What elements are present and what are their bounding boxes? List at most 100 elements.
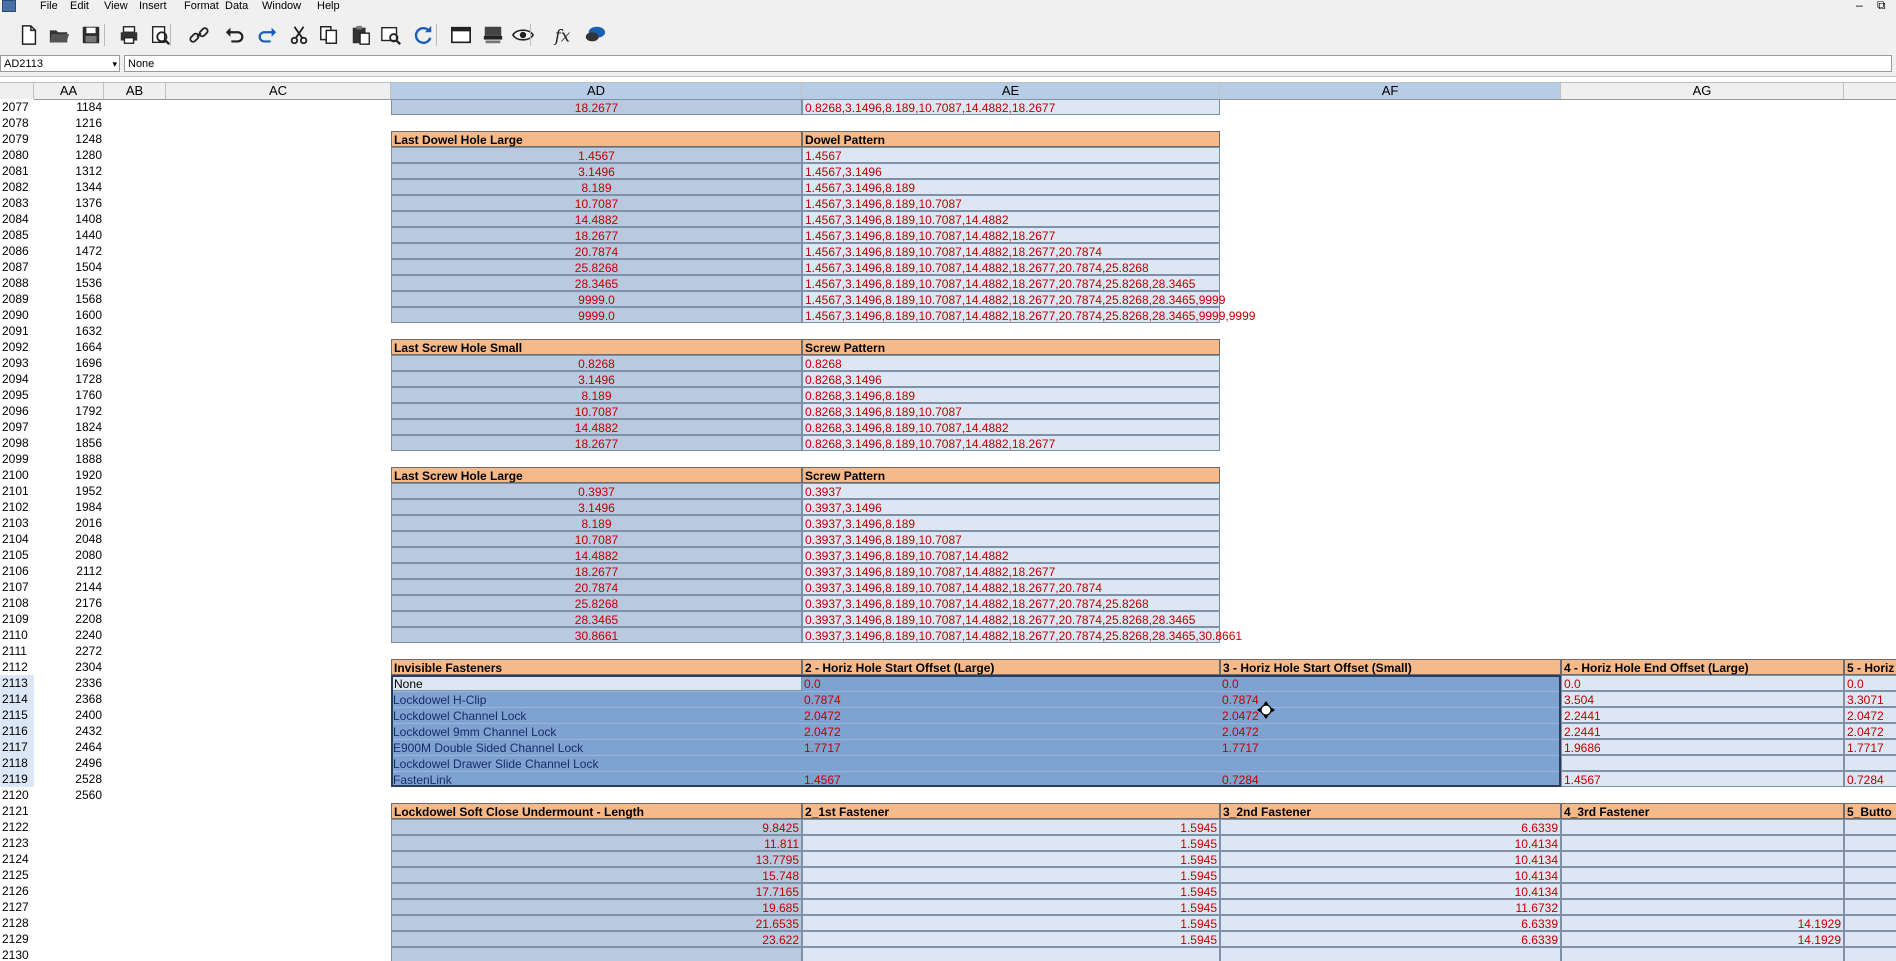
cell-ag[interactable]: 0.0 <box>1561 675 1844 691</box>
row-number[interactable]: 2092 <box>0 339 34 355</box>
cell-aa[interactable]: 1312 <box>34 163 104 179</box>
row-number[interactable]: 2117 <box>0 739 34 755</box>
new-file-icon[interactable] <box>16 22 42 48</box>
cell-ae[interactable]: 0.3937,3.1496,8.189,10.7087,14.4882,18.2… <box>802 611 1220 627</box>
cell-aa[interactable] <box>34 867 104 883</box>
cell-ad[interactable]: 9.8425 <box>391 819 802 835</box>
cell-ag[interactable] <box>1561 947 1844 961</box>
save-icon[interactable] <box>78 22 104 48</box>
column-header-ac[interactable]: AC <box>166 83 391 99</box>
cell-ah[interactable] <box>1844 899 1896 915</box>
menu-help[interactable]: Help <box>317 0 340 14</box>
cell-ad[interactable]: 23.622 <box>391 931 802 947</box>
menu-data[interactable]: Data <box>225 0 248 14</box>
cell-ah[interactable]: 0.0 <box>1844 675 1896 691</box>
row-number[interactable]: 2121 <box>0 803 34 819</box>
row-number[interactable]: 2083 <box>0 195 34 211</box>
cell-aa[interactable] <box>34 803 104 819</box>
cell-ad[interactable]: 3.1496 <box>391 499 802 515</box>
cell-ag[interactable] <box>1561 755 1844 771</box>
cell-af[interactable]: 6.6339 <box>1220 819 1561 835</box>
row-number[interactable]: 2106 <box>0 563 34 579</box>
cell-aa[interactable]: 1344 <box>34 179 104 195</box>
cell-aa[interactable]: 1984 <box>34 499 104 515</box>
cell-ae[interactable]: 0.0 <box>802 675 1220 691</box>
cell-aa[interactable]: 1824 <box>34 419 104 435</box>
cell-af[interactable]: 2.0472 <box>1220 723 1561 739</box>
menu-format[interactable]: Format <box>184 0 219 14</box>
row-number[interactable]: 2080 <box>0 147 34 163</box>
row-number[interactable]: 2089 <box>0 291 34 307</box>
cell-ah[interactable] <box>1844 947 1896 961</box>
row-number[interactable]: 2120 <box>0 787 34 803</box>
row-number[interactable]: 2111 <box>0 643 34 659</box>
cell-af[interactable]: 10.4134 <box>1220 835 1561 851</box>
column-header-af[interactable]: AF <box>1220 83 1561 99</box>
row-number[interactable]: 2087 <box>0 259 34 275</box>
cell-ad[interactable]: Invisible Fasteners <box>391 659 802 675</box>
cell-ae[interactable]: 1.4567 <box>802 147 1220 163</box>
row-number[interactable]: 2082 <box>0 179 34 195</box>
paste-icon[interactable] <box>348 22 374 48</box>
cell-ae[interactable]: Screw Pattern <box>802 467 1220 483</box>
row-number[interactable]: 2093 <box>0 355 34 371</box>
cell-ae[interactable]: 1.4567,3.1496,8.189,10.7087,14.4882 <box>802 211 1220 227</box>
row-number[interactable]: 2102 <box>0 499 34 515</box>
cell-aa[interactable]: 1376 <box>34 195 104 211</box>
cell-af[interactable] <box>1220 755 1561 771</box>
row-number[interactable]: 2094 <box>0 371 34 387</box>
cell-ad[interactable]: 30.8661 <box>391 627 802 643</box>
cell-aa[interactable]: 1568 <box>34 291 104 307</box>
cell-ae[interactable]: 0.3937,3.1496,8.189,10.7087,14.4882,18.2… <box>802 595 1220 611</box>
cell-ad[interactable]: 0.8268 <box>391 355 802 371</box>
row-number[interactable]: 2109 <box>0 611 34 627</box>
cell-ad[interactable]: 3.1496 <box>391 163 802 179</box>
cell-ag[interactable] <box>1561 819 1844 835</box>
cell-ah[interactable]: 3.3071 <box>1844 691 1896 707</box>
cell-aa[interactable]: 1536 <box>34 275 104 291</box>
cell-ah[interactable]: 2.0472 <box>1844 723 1896 739</box>
row-number[interactable]: 2122 <box>0 819 34 835</box>
name-box[interactable]: AD2113 ▾ <box>0 55 120 72</box>
row-number[interactable]: 2126 <box>0 883 34 899</box>
cell-ae[interactable]: 1.5945 <box>802 883 1220 899</box>
cell-aa[interactable] <box>34 915 104 931</box>
cell-ah[interactable]: 1.7717 <box>1844 739 1896 755</box>
cell-af[interactable]: 3 - Horiz Hole Start Offset (Small) <box>1220 659 1561 675</box>
cell-aa[interactable]: 2560 <box>34 787 104 803</box>
menu-edit[interactable]: Edit <box>70 0 89 14</box>
cell-ag[interactable]: 14.1929 <box>1561 931 1844 947</box>
cell-aa[interactable]: 1728 <box>34 371 104 387</box>
cell-aa[interactable]: 2240 <box>34 627 104 643</box>
cell-ag[interactable]: 14.1929 <box>1561 915 1844 931</box>
cell-ag[interactable]: 3.504 <box>1561 691 1844 707</box>
cell-ae[interactable]: 0.7874 <box>802 691 1220 707</box>
cell-aa[interactable]: 1280 <box>34 147 104 163</box>
row-number[interactable]: 2101 <box>0 483 34 499</box>
cell-ad[interactable]: 0.3937 <box>391 483 802 499</box>
cell-ad[interactable]: 14.4882 <box>391 211 802 227</box>
find-icon[interactable] <box>378 22 404 48</box>
cell-aa[interactable]: 2016 <box>34 515 104 531</box>
cell-ae[interactable]: 0.8268,3.1496,8.189,10.7087,14.4882,18.2… <box>802 435 1220 451</box>
cell-ad[interactable]: 20.7874 <box>391 243 802 259</box>
cell-ae[interactable]: 1.5945 <box>802 915 1220 931</box>
cell-aa[interactable]: 2368 <box>34 691 104 707</box>
cell-ad[interactable]: None <box>391 675 802 691</box>
cell-ad[interactable]: Last Dowel Hole Large <box>391 131 802 147</box>
cell-ae[interactable]: 1.7717 <box>802 739 1220 755</box>
cell-ah[interactable] <box>1844 883 1896 899</box>
cell-ae[interactable] <box>802 755 1220 771</box>
cell-ae[interactable]: 2_1st Fastener <box>802 803 1220 819</box>
cell-ae[interactable]: 0.8268 <box>802 355 1220 371</box>
column-header-aa[interactable]: AA <box>34 83 104 99</box>
cell-af[interactable]: 1.7717 <box>1220 739 1561 755</box>
cell-ad[interactable]: 9999.0 <box>391 291 802 307</box>
cell-aa[interactable]: 1920 <box>34 467 104 483</box>
cell-ae[interactable]: 1.4567,3.1496,8.189,10.7087,14.4882,18.2… <box>802 259 1220 275</box>
cell-ae[interactable]: 1.4567,3.1496,8.189,10.7087,14.4882,18.2… <box>802 275 1220 291</box>
cell-aa[interactable]: 1632 <box>34 323 104 339</box>
cell-ae[interactable]: 1.4567,3.1496,8.189,10.7087,14.4882,18.2… <box>802 291 1225 307</box>
cell-ae[interactable]: 1.4567,3.1496,8.189 <box>802 179 1220 195</box>
cell-ae[interactable]: 1.5945 <box>802 899 1220 915</box>
